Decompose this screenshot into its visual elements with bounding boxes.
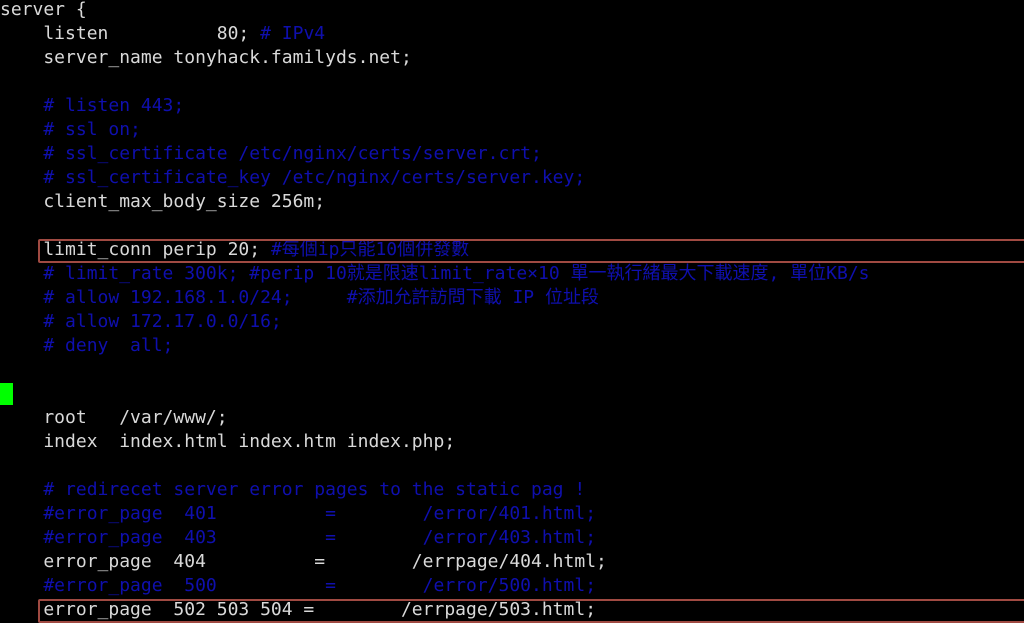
code-line[interactable]: #error_page 500 = /error/500.html; xyxy=(0,574,1024,598)
terminal-window[interactable]: server { listen 80; # IPv4 server_name t… xyxy=(0,0,1024,623)
code-text: error_page 502 503 504 = /errpage/503.ht… xyxy=(0,599,597,620)
code-line-text: # allow 172.17.0.0/16; xyxy=(0,310,1024,334)
inline-comment-text: # IPv4 xyxy=(260,23,326,44)
comment-text: #error_page 401 = /error/401.html; xyxy=(0,503,597,524)
code-text: server_name tonyhack.familyds.net; xyxy=(0,47,412,68)
comment-text: # ssl_certificate_key /etc/nginx/certs/s… xyxy=(0,167,586,188)
code-line-text: #error_page 403 = /error/403.html; xyxy=(0,526,1024,550)
code-text: client_max_body_size 256m; xyxy=(0,191,326,212)
code-line[interactable] xyxy=(0,382,1024,406)
code-line[interactable] xyxy=(0,70,1024,94)
code-line[interactable]: # ssl on; xyxy=(0,118,1024,142)
code-line-text: index index.html index.htm index.php; xyxy=(0,430,1024,454)
comment-text: #error_page 403 = /error/403.html; xyxy=(0,527,597,548)
code-text: root /var/www/; xyxy=(0,407,228,428)
code-line-text: # limit_rate 300k; #perip 10就是限速limit_ra… xyxy=(0,262,1024,286)
comment-text: #error_page 500 = /error/500.html; xyxy=(0,575,597,596)
code-line-text: limit_conn perip 20; #每個ip只能10個併發數 xyxy=(0,238,1024,262)
code-line-text: # allow 192.168.1.0/24; #添加允許訪問下載 IP 位址段 xyxy=(0,286,1024,310)
code-line-text: listen 80; # IPv4 xyxy=(0,22,1024,46)
code-text: server { xyxy=(0,0,87,20)
code-line[interactable]: root /var/www/; xyxy=(0,406,1024,430)
code-line-text: # listen 443; xyxy=(0,94,1024,118)
code-line-text: # deny all; xyxy=(0,334,1024,358)
code-line[interactable]: server { xyxy=(0,0,1024,22)
code-line-text: client_max_body_size 256m; xyxy=(0,190,1024,214)
code-line-text: # ssl_certificate /etc/nginx/certs/serve… xyxy=(0,142,1024,166)
comment-text: # ssl on; xyxy=(0,119,141,140)
code-line-text: #error_page 401 = /error/401.html; xyxy=(0,502,1024,526)
comment-text: # limit_rate 300k; #perip 10就是限速limit_ra… xyxy=(0,263,870,284)
code-line[interactable]: error_page 502 503 504 = /errpage/503.ht… xyxy=(0,598,1024,622)
comment-text: # allow 172.17.0.0/16; xyxy=(0,311,282,332)
code-text: limit_conn perip 20; xyxy=(0,239,271,260)
code-line-text xyxy=(0,214,1024,238)
code-text: error_page 404 = /errpage/404.html; xyxy=(0,551,607,572)
code-text: index index.html index.htm index.php; xyxy=(0,431,456,452)
code-line[interactable]: limit_conn perip 20; #每個ip只能10個併發數 xyxy=(0,238,1024,262)
code-line-text xyxy=(0,454,1024,478)
code-line-text: error_page 404 = /errpage/404.html; xyxy=(0,550,1024,574)
code-line[interactable]: server_name tonyhack.familyds.net; xyxy=(0,46,1024,70)
code-line-text xyxy=(0,382,1024,406)
code-line-text: error_page 502 503 504 = /errpage/503.ht… xyxy=(0,598,1024,622)
code-line[interactable]: # ssl_certificate_key /etc/nginx/certs/s… xyxy=(0,166,1024,190)
code-line-text: server_name tonyhack.familyds.net; xyxy=(0,46,1024,70)
code-line[interactable]: # allow 192.168.1.0/24; #添加允許訪問下載 IP 位址段 xyxy=(0,286,1024,310)
code-line[interactable]: # limit_rate 300k; #perip 10就是限速limit_ra… xyxy=(0,262,1024,286)
code-line[interactable]: # listen 443; xyxy=(0,94,1024,118)
code-line[interactable]: #error_page 401 = /error/401.html; xyxy=(0,502,1024,526)
inline-comment-text: #每個ip只能10個併發數 xyxy=(270,239,470,260)
code-text: listen 80; xyxy=(0,23,261,44)
code-line-text: # ssl on; xyxy=(0,118,1024,142)
code-line[interactable] xyxy=(0,358,1024,382)
code-line[interactable]: # ssl_certificate /etc/nginx/certs/serve… xyxy=(0,142,1024,166)
code-line-text: # redirecet server error pages to the st… xyxy=(0,478,1024,502)
code-line[interactable]: # deny all; xyxy=(0,334,1024,358)
code-line[interactable]: # redirecet server error pages to the st… xyxy=(0,478,1024,502)
text-cursor xyxy=(0,383,13,405)
comment-text: # deny all; xyxy=(0,335,174,356)
comment-text: # listen 443; xyxy=(0,95,185,116)
code-line-text: root /var/www/; xyxy=(0,406,1024,430)
code-line[interactable]: index index.html index.htm index.php; xyxy=(0,430,1024,454)
code-line[interactable]: listen 80; # IPv4 xyxy=(0,22,1024,46)
code-line[interactable]: error_page 404 = /errpage/404.html; xyxy=(0,550,1024,574)
code-line[interactable] xyxy=(0,214,1024,238)
code-line-text: server { xyxy=(0,0,1024,22)
code-line-text xyxy=(0,358,1024,382)
code-line-text: #error_page 500 = /error/500.html; xyxy=(0,574,1024,598)
code-line-text xyxy=(0,70,1024,94)
code-line[interactable]: #error_page 403 = /error/403.html; xyxy=(0,526,1024,550)
comment-text: # ssl_certificate /etc/nginx/certs/serve… xyxy=(0,143,542,164)
code-line[interactable]: client_max_body_size 256m; xyxy=(0,190,1024,214)
comment-text: # allow 192.168.1.0/24; #添加允許訪問下載 IP 位址段 xyxy=(0,287,599,308)
comment-text: # redirecet server error pages to the st… xyxy=(0,479,586,500)
code-line[interactable] xyxy=(0,454,1024,478)
code-line[interactable]: # allow 172.17.0.0/16; xyxy=(0,310,1024,334)
code-line-text: # ssl_certificate_key /etc/nginx/certs/s… xyxy=(0,166,1024,190)
